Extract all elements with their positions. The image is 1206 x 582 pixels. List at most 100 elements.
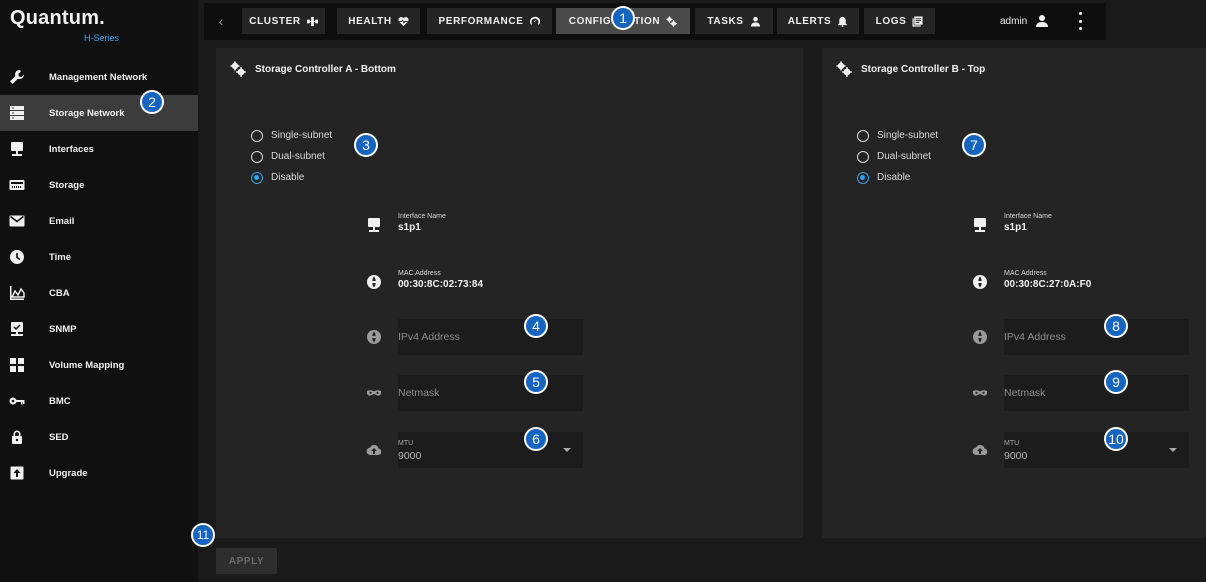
wrench-icon bbox=[9, 69, 25, 85]
sidebar-item-bmc[interactable]: BMC bbox=[0, 383, 198, 419]
globe-icon bbox=[366, 329, 382, 345]
sidebar-item-sed[interactable]: SED bbox=[0, 419, 198, 455]
panel-title: Storage Controller B - Top bbox=[836, 61, 985, 77]
globe-icon bbox=[972, 274, 988, 290]
tab-alerts[interactable]: ALERTS bbox=[777, 8, 859, 34]
radio-dual-subnet[interactable]: Dual-subnet bbox=[251, 146, 332, 167]
netmask-input[interactable] bbox=[398, 375, 583, 411]
mtu-row: MTU 9000 bbox=[972, 432, 1189, 468]
sidebar-item-storage[interactable]: Storage bbox=[0, 167, 198, 203]
radio-label: Single-subnet bbox=[271, 130, 333, 141]
grid-icon bbox=[9, 357, 25, 373]
mtu-value: 9000 bbox=[398, 450, 422, 462]
radio-circle-icon bbox=[251, 129, 263, 142]
tab-cluster[interactable]: CLUSTER bbox=[242, 8, 325, 34]
chart-icon bbox=[9, 285, 25, 301]
callout-marker: 5 bbox=[524, 370, 548, 394]
ipv4-row bbox=[972, 319, 1189, 355]
sidebar: Quantum. H-Series Management Network Sto… bbox=[0, 0, 198, 582]
interface-name-row: Interface Name s1p1 bbox=[972, 212, 1052, 234]
interface-name-label: Interface Name bbox=[1004, 213, 1052, 220]
mask-icon bbox=[366, 385, 382, 401]
radio-circle-icon bbox=[251, 150, 263, 163]
netmask-input[interactable] bbox=[1004, 375, 1189, 411]
sidebar-item-label: BMC bbox=[49, 395, 71, 407]
callout-marker: 2 bbox=[140, 90, 164, 114]
mac-address-value: 00:30:8C:27:0A:F0 bbox=[1004, 279, 1092, 290]
radio-single-subnet[interactable]: Single-subnet bbox=[251, 125, 332, 146]
netmask-row bbox=[366, 375, 583, 411]
radio-single-subnet[interactable]: Single-subnet bbox=[857, 125, 938, 146]
sidebar-item-snmp[interactable]: SNMP bbox=[0, 311, 198, 347]
sidebar-item-label: Management Network bbox=[49, 71, 148, 83]
mac-address-value: 00:30:8C:02:73:84 bbox=[398, 279, 484, 290]
tab-logs[interactable]: LOGS bbox=[864, 8, 935, 34]
tab-label: PERFORMANCE bbox=[438, 15, 524, 27]
radio-dual-subnet[interactable]: Dual-subnet bbox=[857, 146, 938, 167]
mtu-label: MTU bbox=[1004, 440, 1020, 447]
monitor-icon bbox=[9, 141, 25, 157]
ipv4-address-input[interactable] bbox=[1004, 319, 1189, 355]
username: admin bbox=[1000, 15, 1028, 27]
callout-marker: 11 bbox=[191, 523, 215, 547]
sidebar-item-management-network[interactable]: Management Network bbox=[0, 59, 198, 95]
interface-name-row: Interface Name s1p1 bbox=[366, 212, 446, 234]
sidebar-item-cba[interactable]: CBA bbox=[0, 275, 198, 311]
mtu-value: 9000 bbox=[1004, 450, 1028, 462]
ipv4-address-input[interactable] bbox=[398, 319, 583, 355]
radio-disable[interactable]: Disable bbox=[857, 167, 938, 188]
gears-icon bbox=[666, 16, 677, 27]
sidebar-item-label: Upgrade bbox=[49, 467, 88, 479]
tab-tasks[interactable]: TASKS bbox=[695, 8, 773, 34]
sidebar-item-time[interactable]: Time bbox=[0, 239, 198, 275]
radio-label: Single-subnet bbox=[877, 130, 939, 141]
sidebar-item-label: SED bbox=[49, 431, 69, 443]
sidebar-item-interfaces[interactable]: Interfaces bbox=[0, 131, 198, 167]
callout-marker: 8 bbox=[1104, 314, 1128, 338]
radio-label: Disable bbox=[877, 172, 911, 183]
brand-logo: Quantum. bbox=[10, 7, 105, 29]
interface-name-value: s1p1 bbox=[1004, 222, 1027, 233]
callout-marker: 6 bbox=[524, 427, 548, 451]
controller-a-title: Storage Controller A - Bottom bbox=[255, 63, 396, 75]
tab-label: TASKS bbox=[707, 15, 744, 27]
drive-icon bbox=[9, 177, 25, 193]
controller-b-panel: Storage Controller B - Top Single-subnet… bbox=[822, 48, 1206, 538]
cloud-upload-icon bbox=[366, 442, 382, 458]
globe-icon bbox=[366, 274, 382, 290]
mac-address-row: MAC Address 00:30:8C:27:0A:F0 bbox=[972, 269, 1091, 291]
callout-marker: 10 bbox=[1104, 427, 1128, 451]
key-icon bbox=[9, 393, 25, 409]
mtu-select[interactable]: MTU 9000 bbox=[1004, 432, 1189, 468]
sidebar-item-label: Storage Network bbox=[49, 107, 125, 119]
nav-back-button[interactable]: ‹ bbox=[204, 3, 238, 39]
subnet-mode-radio-group: Single-subnet Dual-subnet Disable bbox=[251, 125, 332, 188]
sidebar-item-email[interactable]: Email bbox=[0, 203, 198, 239]
clock-icon bbox=[9, 249, 25, 265]
user-icon bbox=[1036, 15, 1049, 27]
radio-disable[interactable]: Disable bbox=[251, 167, 332, 188]
globe-icon bbox=[972, 329, 988, 345]
user-menu[interactable]: admin bbox=[1000, 14, 1049, 28]
apply-button[interactable]: APPLY bbox=[216, 548, 277, 574]
mtu-row: MTU 9000 bbox=[366, 432, 583, 468]
radio-checked-icon bbox=[251, 171, 263, 184]
sidebar-item-upgrade[interactable]: Upgrade bbox=[0, 455, 198, 491]
sidebar-item-label: SNMP bbox=[49, 323, 77, 335]
sidebar-item-label: Time bbox=[49, 251, 72, 263]
cloud-upload-icon bbox=[972, 442, 988, 458]
tab-health[interactable]: HEALTH bbox=[337, 8, 420, 34]
sidebar-item-storage-network[interactable]: Storage Network bbox=[0, 95, 198, 131]
subnet-mode-radio-group: Single-subnet Dual-subnet Disable bbox=[857, 125, 938, 188]
gauge-icon bbox=[530, 16, 541, 25]
tab-performance[interactable]: PERFORMANCE bbox=[427, 8, 552, 34]
callout-marker: 4 bbox=[524, 314, 548, 338]
mail-icon bbox=[9, 213, 25, 229]
mask-icon bbox=[972, 385, 988, 401]
mtu-select[interactable]: MTU 9000 bbox=[398, 432, 583, 468]
more-menu-icon[interactable] bbox=[1076, 12, 1084, 30]
controller-b-title: Storage Controller B - Top bbox=[861, 63, 986, 75]
sidebar-item-volume-mapping[interactable]: Volume Mapping bbox=[0, 347, 198, 383]
caret-down-icon bbox=[1169, 448, 1177, 452]
mac-address-label: MAC Address bbox=[1004, 270, 1047, 277]
